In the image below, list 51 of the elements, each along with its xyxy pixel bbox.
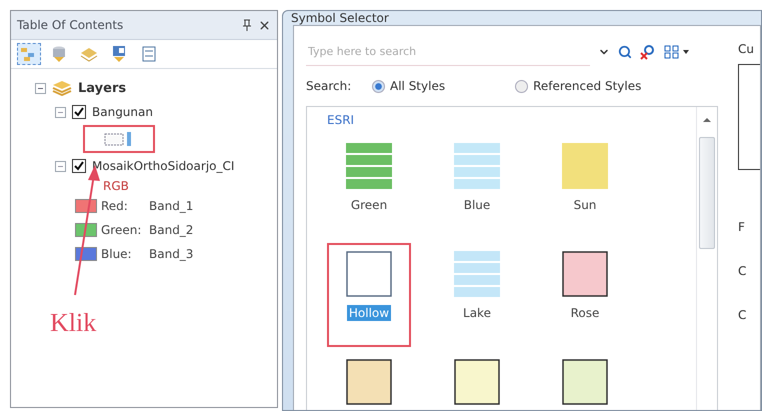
band-value: Band_1 [149, 199, 194, 213]
layer-group-label: Layers [78, 80, 126, 96]
map-selection-icon [111, 45, 127, 63]
symbol-item[interactable]: Rose [543, 243, 627, 347]
band-label: Red: [101, 199, 129, 213]
search-button[interactable] [618, 45, 632, 59]
symbol-item[interactable]: Blue [435, 135, 519, 239]
panel-title: Table Of Contents [17, 18, 124, 32]
symbol-name: Blue [462, 197, 492, 213]
property-label: C [738, 264, 748, 278]
band-value: Band_3 [149, 247, 194, 261]
layer-name: MosaikOrthoSidoarjo_CI [92, 159, 234, 173]
property-label: F [738, 220, 746, 234]
scope-radio[interactable]: Referenced Styles [515, 79, 642, 93]
band-label: Blue: [101, 247, 133, 261]
layer-name: Bangunan [92, 105, 153, 119]
style-group-title: ESRI [327, 113, 356, 127]
scrollbar-thumb[interactable] [699, 137, 715, 249]
pin-icon[interactable] [242, 19, 252, 31]
symbol-name: Lake [462, 305, 492, 321]
annotation-text: Klik [50, 308, 96, 338]
band-value: Band_2 [149, 223, 194, 237]
clear-search-button[interactable] [640, 44, 656, 60]
symbol-item[interactable]: Sun [543, 135, 627, 239]
legend-title: RGB [102, 179, 130, 193]
close-icon[interactable] [258, 18, 271, 32]
database-icon [51, 45, 67, 63]
symbol-item[interactable]: Lake [435, 243, 519, 347]
options-icon [142, 46, 156, 62]
symbol-name: Rose [570, 305, 600, 321]
search-label: Search: [306, 79, 352, 93]
scope-radio[interactable]: All Styles [372, 79, 446, 93]
symbol-name: Hollow [346, 305, 392, 321]
collapse-toggle[interactable] [55, 106, 66, 118]
scroll-up-icon[interactable] [703, 117, 711, 123]
symbol-name: Green [350, 197, 388, 213]
layers-icon [52, 80, 72, 96]
layer-checkbox[interactable] [72, 159, 86, 173]
band-label: Green: [101, 223, 142, 237]
symbol-name: Sun [572, 197, 598, 213]
layers-icon [80, 46, 98, 62]
symbol-item[interactable]: Green [327, 135, 411, 239]
toolbar-button[interactable] [17, 43, 41, 65]
collapse-toggle[interactable] [55, 160, 66, 172]
property-label: C [738, 308, 748, 322]
layer-checkbox[interactable] [72, 105, 86, 119]
current-symbol-label: Cu [738, 42, 755, 56]
collapse-toggle[interactable] [35, 82, 46, 94]
legend-symbol[interactable] [83, 125, 155, 153]
dialog-title: Symbol Selector [290, 11, 390, 25]
view-options-button[interactable] [664, 45, 690, 59]
